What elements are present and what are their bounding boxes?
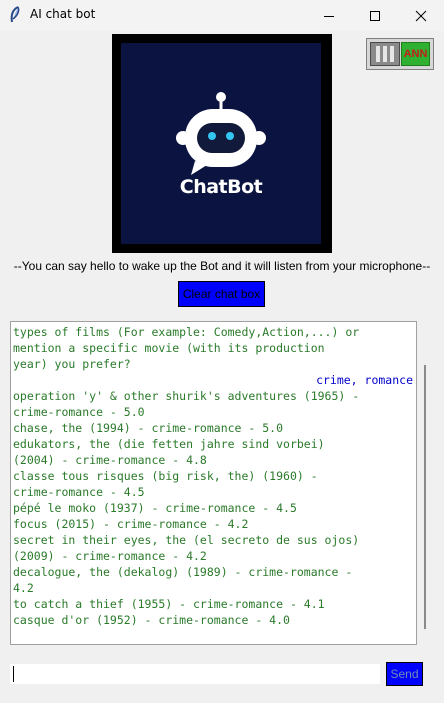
bot-message-line: focus (2015) - crime-romance - 4.2 [13, 517, 249, 531]
close-button[interactable] [398, 0, 444, 31]
chatbot-logo: ChatBot [121, 43, 321, 244]
toggle-knob [370, 42, 400, 66]
send-button[interactable]: Send [386, 662, 423, 686]
bot-message-line: edukators, the (die fetten jahre sind vo… [13, 437, 325, 451]
bot-message-line: classe tous risques (big risk, the) (196… [13, 469, 318, 483]
bot-message-line: (2009) - crime-romance - 4.2 [13, 549, 207, 563]
clear-chat-button[interactable]: Clear chat box [178, 281, 265, 307]
robot-icon [176, 92, 266, 175]
bot-message-line: operation 'y' & other shurik's adventure… [13, 389, 360, 403]
bot-message-line: to catch a thief (1955) - crime-romance … [13, 597, 325, 611]
bot-message-line: (2004) - crime-romance - 4.8 [13, 453, 207, 467]
ann-label: ANN [401, 42, 430, 66]
chat-transcript: types of films (For example: Comedy,Acti… [13, 324, 413, 628]
bot-message-line: year) you prefer? [13, 357, 131, 371]
logo-wordmark: ChatBot [179, 176, 263, 198]
window-title: AI chat bot [30, 7, 96, 21]
bot-message-line: decalogue, the (dekalog) (1989) - crime-… [13, 565, 353, 579]
maximize-icon [370, 10, 380, 21]
chat-box[interactable]: types of films (For example: Comedy,Acti… [10, 321, 417, 645]
ann-toggle[interactable]: ANN [366, 38, 434, 70]
scrollbar-thumb[interactable] [424, 365, 426, 629]
bot-message-line: mention a specific movie (with its produ… [13, 341, 325, 355]
title-bar[interactable]: AI chat bot [0, 0, 444, 31]
bot-message-line: pépé le moko (1937) - crime-romance - 4.… [13, 501, 297, 515]
user-message-line: crime, romance [316, 373, 413, 387]
bot-message-line: casque d'or (1952) - crime-romance - 4.0 [13, 613, 290, 627]
bot-message-line: types of films (For example: Comedy,Acti… [13, 325, 360, 339]
minimize-button[interactable] [306, 0, 352, 31]
close-icon [415, 10, 427, 21]
bot-message-line: secret in their eyes, the (el secreto de… [13, 533, 360, 547]
minimize-icon [324, 15, 334, 17]
bot-message-line: crime-romance - 5.0 [13, 405, 145, 419]
bot-message-line: crime-romance - 4.5 [13, 485, 145, 499]
maximize-button[interactable] [352, 0, 398, 31]
instruction-text: --You can say hello to wake up the Bot a… [13, 259, 431, 273]
text-caret [13, 666, 14, 682]
bot-message-line: 4.2 [13, 581, 34, 595]
message-input[interactable] [10, 664, 380, 684]
bot-message-line: chase, the (1994) - crime-romance - 5.0 [13, 421, 284, 435]
feather-icon [10, 6, 20, 23]
